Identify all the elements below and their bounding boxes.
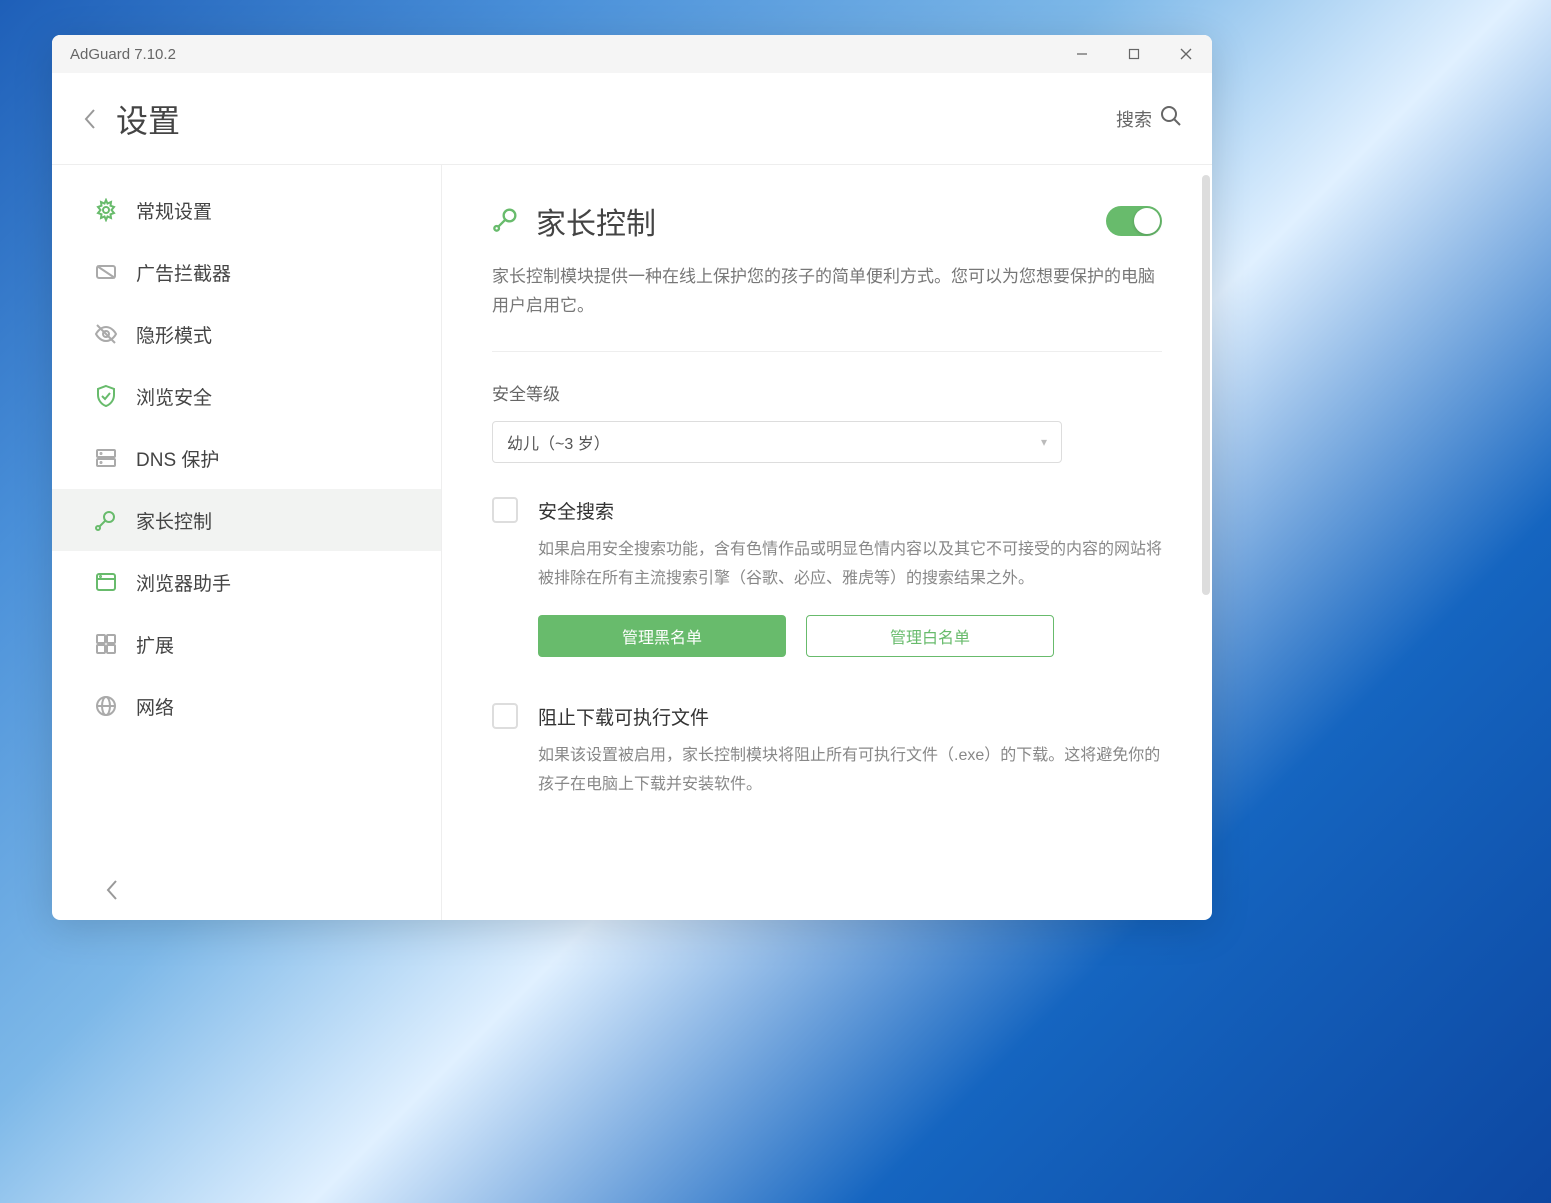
safety-level-label: 安全等级 [492, 380, 1162, 405]
sidebar-item-label: 扩展 [136, 631, 174, 658]
globe-icon [94, 694, 118, 718]
block-exe-title: 阻止下载可执行文件 [538, 703, 1162, 730]
toggle-knob [1134, 208, 1160, 234]
server-icon [94, 446, 118, 470]
sidebar-item-general[interactable]: 常规设置 [52, 179, 441, 241]
eye-off-icon [94, 322, 118, 346]
collapse-sidebar-button[interactable] [94, 872, 130, 908]
app-window: AdGuard 7.10.2 设置 搜索 [52, 35, 1212, 920]
sidebar-item-browsing-security[interactable]: 浏览安全 [52, 365, 441, 427]
sidebar-item-label: 家长控制 [136, 507, 212, 534]
scrollbar-thumb[interactable] [1202, 175, 1210, 595]
grid-icon [94, 632, 118, 656]
button-row: 管理黑名单 管理白名单 [538, 615, 1162, 657]
section-title: 家长控制 [536, 199, 1090, 243]
close-button[interactable] [1160, 35, 1212, 73]
sidebar-item-assistant[interactable]: 浏览器助手 [52, 551, 441, 613]
main-content: 家长控制 家长控制模块提供一种在线上保护您的孩子的简单便利方式。您可以为您想要保… [442, 165, 1212, 920]
manage-whitelist-button[interactable]: 管理白名单 [806, 615, 1054, 657]
gear-icon [94, 198, 118, 222]
safe-search-checkbox[interactable] [492, 497, 518, 523]
sidebar-item-stealth[interactable]: 隐形模式 [52, 303, 441, 365]
minimize-button[interactable] [1056, 35, 1108, 73]
safe-search-row: 安全搜索 如果启用安全搜索功能，含有色情作品或明显色情内容以及其它不可接受的内容… [492, 497, 1162, 694]
sidebar-item-label: 常规设置 [136, 197, 212, 224]
shield-check-icon [94, 384, 118, 408]
section-description: 家长控制模块提供一种在线上保护您的孩子的简单便利方式。您可以为您想要保护的电脑用… [492, 263, 1162, 321]
safe-search-title: 安全搜索 [538, 497, 1162, 524]
rattle-icon [94, 508, 118, 532]
sidebar-item-label: 广告拦截器 [136, 259, 231, 286]
sidebar-item-label: 网络 [136, 693, 174, 720]
rattle-icon [492, 205, 520, 238]
sidebar-item-extensions[interactable]: 扩展 [52, 613, 441, 675]
search-label: 搜索 [1116, 106, 1152, 132]
sidebar-item-label: 隐形模式 [136, 321, 212, 348]
window-title: AdGuard 7.10.2 [70, 46, 176, 63]
search-button[interactable]: 搜索 [1116, 105, 1182, 132]
sidebar-item-label: 浏览安全 [136, 383, 212, 410]
block-exe-desc: 如果该设置被启用，家长控制模块将阻止所有可执行文件（.exe）的下载。这将避免你… [538, 742, 1162, 800]
page-header: 设置 搜索 [52, 73, 1212, 165]
browser-icon [94, 570, 118, 594]
page-title: 设置 [116, 96, 180, 142]
sidebar-item-dns[interactable]: DNS 保护 [52, 427, 441, 489]
select-value: 幼儿（~3 岁） [507, 430, 610, 454]
chevron-down-icon: ▾ [1041, 435, 1047, 449]
body: 常规设置 广告拦截器 隐形模式 浏览安全 [52, 165, 1212, 920]
manage-blacklist-button[interactable]: 管理黑名单 [538, 615, 786, 657]
sidebar: 常规设置 广告拦截器 隐形模式 浏览安全 [52, 165, 442, 920]
scrollbar[interactable] [1202, 175, 1210, 910]
search-icon [1160, 105, 1182, 132]
titlebar: AdGuard 7.10.2 [52, 35, 1212, 73]
block-exe-checkbox[interactable] [492, 703, 518, 729]
back-button[interactable] [72, 101, 108, 137]
sidebar-item-adblocker[interactable]: 广告拦截器 [52, 241, 441, 303]
sidebar-item-parental[interactable]: 家长控制 [52, 489, 441, 551]
window-controls [1056, 35, 1212, 73]
sidebar-item-network[interactable]: 网络 [52, 675, 441, 737]
section-header: 家长控制 [492, 199, 1162, 243]
parental-control-toggle[interactable] [1106, 206, 1162, 236]
sidebar-item-label: 浏览器助手 [136, 569, 231, 596]
adblock-icon [94, 260, 118, 284]
block-exe-row: 阻止下载可执行文件 如果该设置被启用，家长控制模块将阻止所有可执行文件（.exe… [492, 703, 1162, 822]
divider [492, 351, 1162, 352]
sidebar-item-label: DNS 保护 [136, 445, 219, 472]
maximize-button[interactable] [1108, 35, 1160, 73]
safety-level-select[interactable]: 幼儿（~3 岁） ▾ [492, 421, 1062, 463]
safe-search-desc: 如果启用安全搜索功能，含有色情作品或明显色情内容以及其它不可接受的内容的网站将被… [538, 536, 1162, 594]
